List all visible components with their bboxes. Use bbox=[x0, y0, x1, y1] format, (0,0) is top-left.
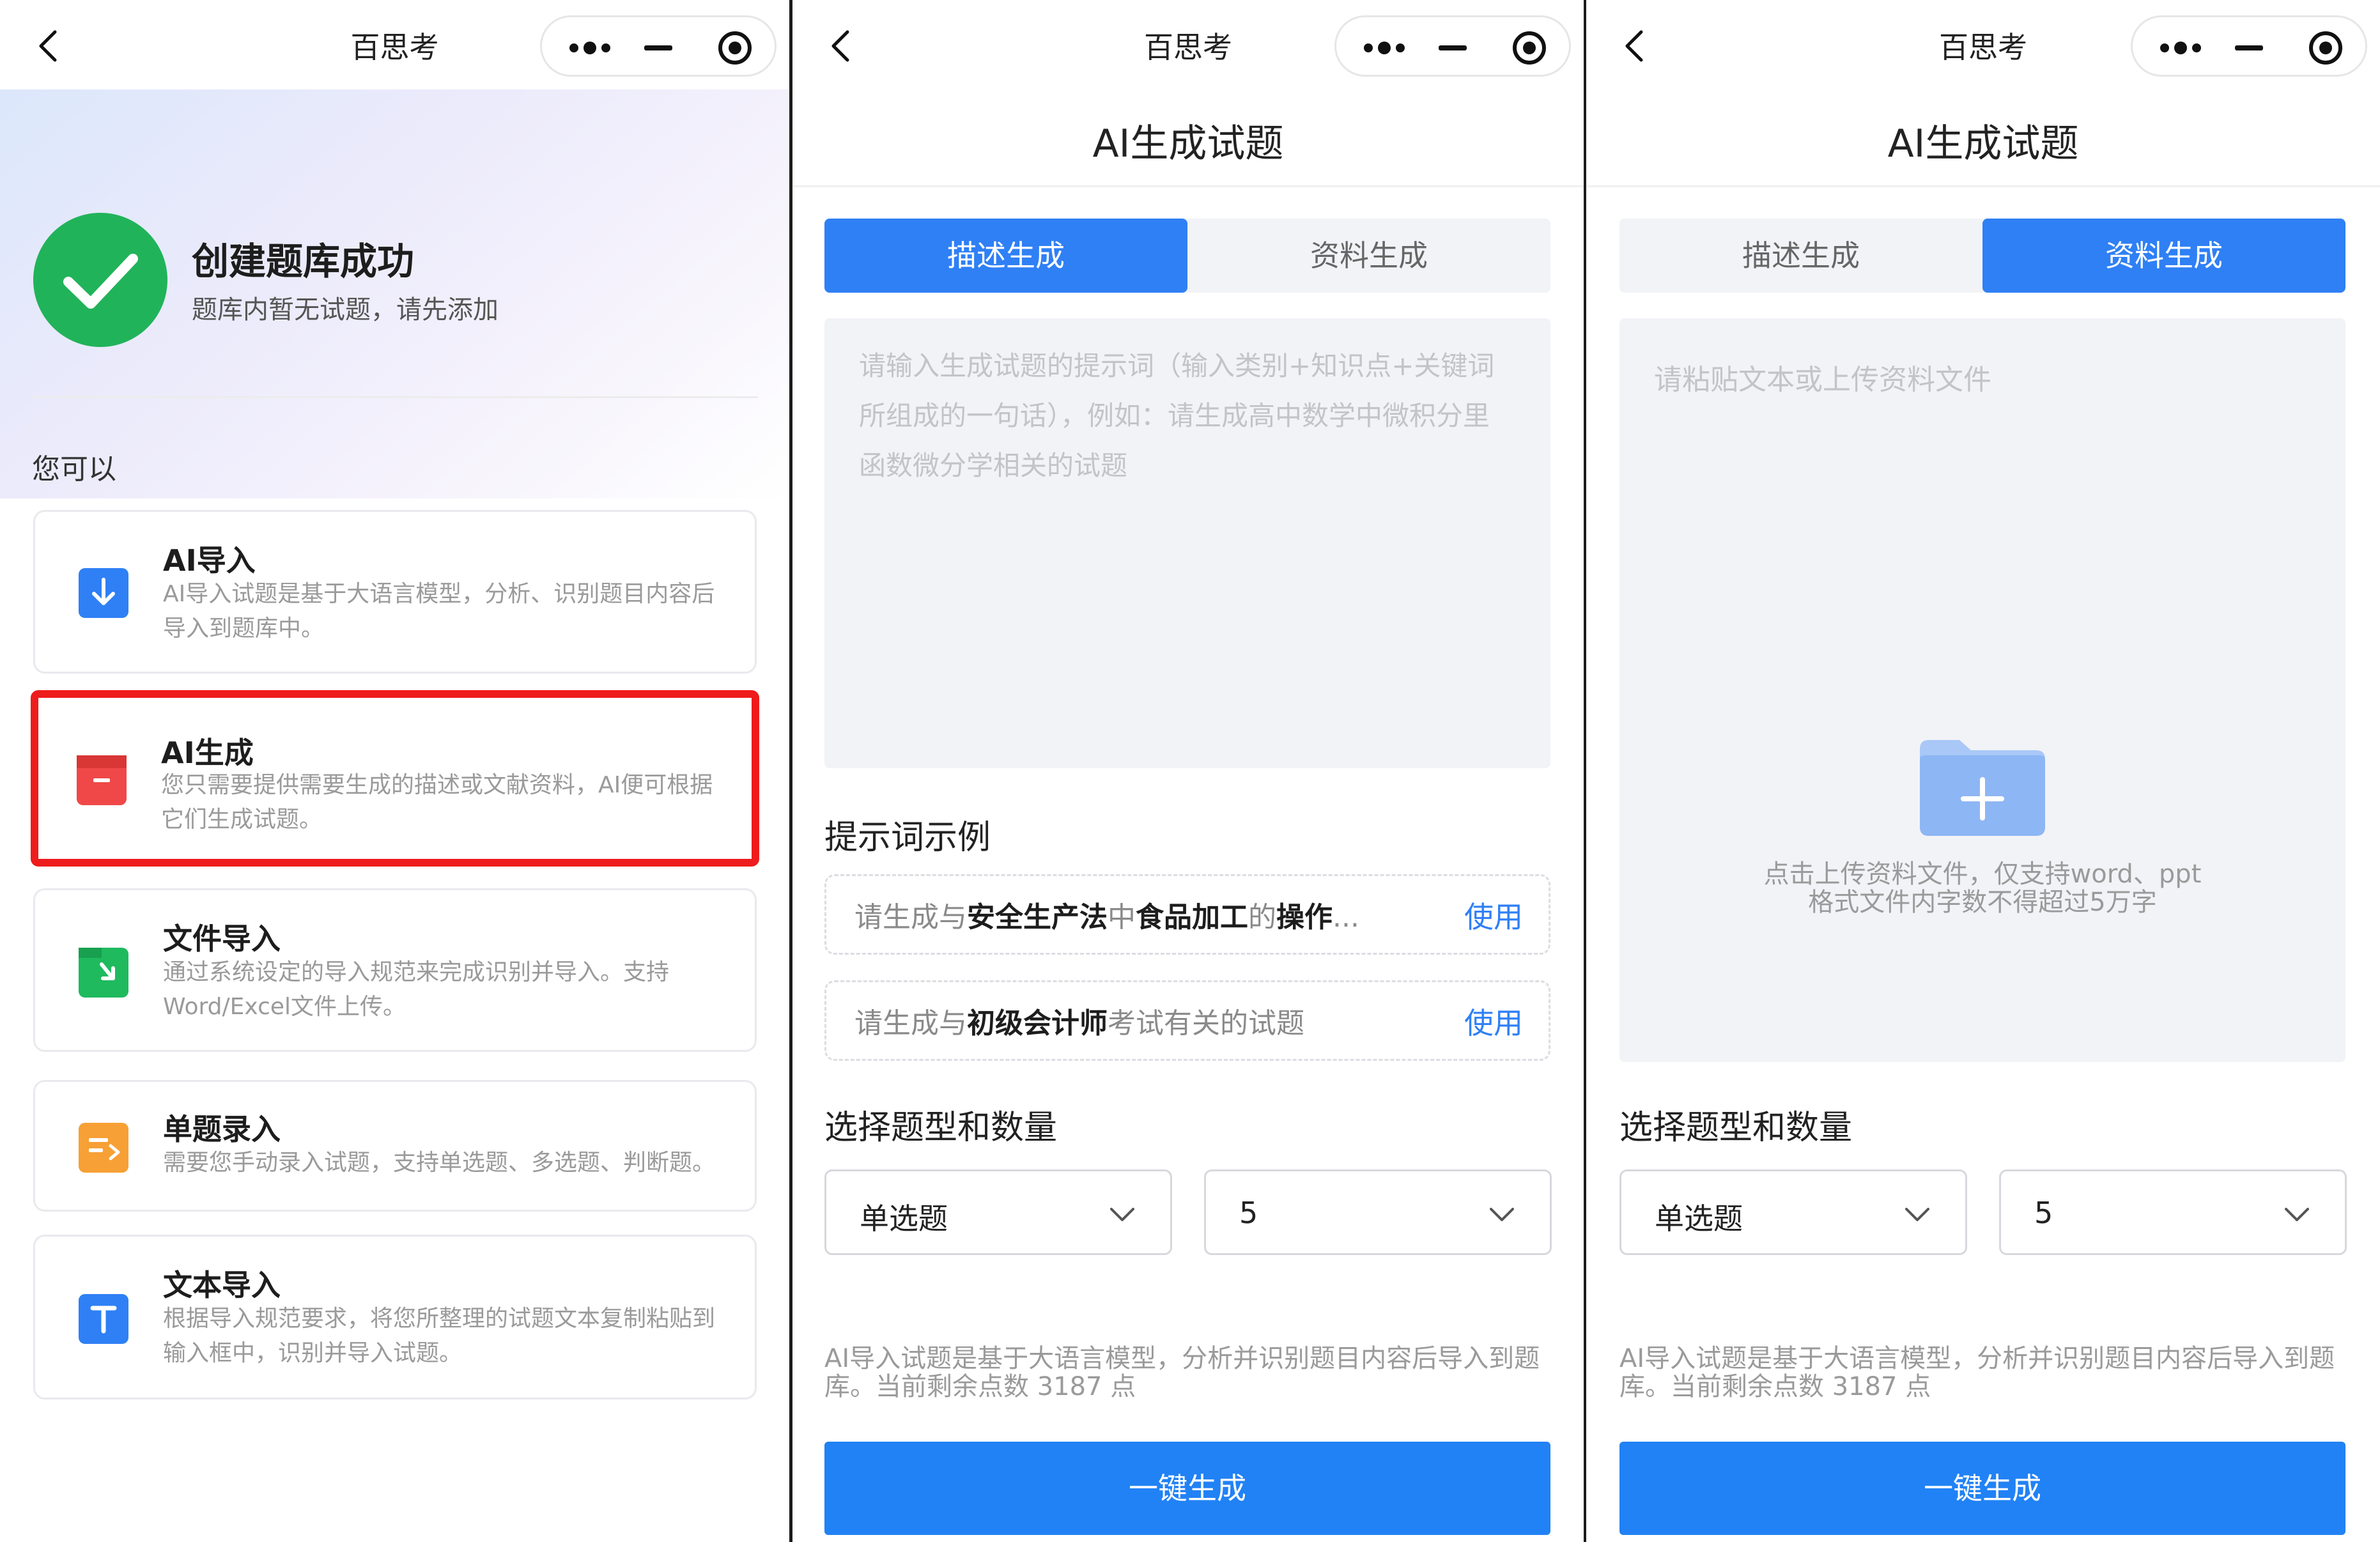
option-ai-generate[interactable]: AI生成 您只需要提供需要生成的描述或文献资料，AI便可根据它们生成试题。 bbox=[31, 690, 759, 867]
divider bbox=[1586, 185, 2380, 187]
option-title: AI导入 bbox=[163, 543, 256, 578]
select-value: 单选题 bbox=[860, 1201, 948, 1236]
select-value: 5 bbox=[1239, 1196, 1258, 1230]
text-import-icon bbox=[79, 1294, 128, 1344]
option-title: 文件导入 bbox=[163, 921, 281, 956]
question-type-select[interactable]: 单选题 bbox=[824, 1169, 1172, 1255]
option-desc: AI导入试题是基于大语言模型，分析、识别题目内容后导入到题库中。 bbox=[163, 581, 715, 642]
option-ai-import[interactable]: AI导入 AI导入试题是基于大语言模型，分析、识别题目内容后导入到题库中。 bbox=[33, 510, 757, 674]
chevron-down-icon bbox=[1905, 1208, 1929, 1221]
tab-material[interactable]: 资料生成 bbox=[1982, 219, 2345, 293]
example-text: 请生成与初级会计师考试有关的试题 bbox=[854, 1007, 1304, 1040]
mode-tabs: 描述生成 资料生成 bbox=[824, 219, 1550, 293]
more-icon[interactable] bbox=[2158, 38, 2203, 58]
single-entry-icon bbox=[79, 1123, 128, 1173]
ai-generate-material-screen: 百思考 AI生成试题 描述生成 资料生成 请粘贴文本或上传资料文件 点击上传资料… bbox=[1586, 0, 2380, 1542]
minimize-icon[interactable] bbox=[2235, 45, 2263, 50]
download-icon bbox=[79, 568, 128, 618]
generate-button[interactable]: 一键生成 bbox=[1619, 1442, 2345, 1535]
material-input[interactable]: 请粘贴文本或上传资料文件 点击上传资料文件，仅支持word、ppt格式文件内字数… bbox=[1619, 318, 2345, 1062]
page-title: AI生成试题 bbox=[1092, 121, 1284, 166]
use-button[interactable]: 使用 bbox=[1464, 1000, 1523, 1042]
select-value: 单选题 bbox=[1655, 1201, 1743, 1236]
divider bbox=[32, 396, 758, 398]
minimize-icon[interactable] bbox=[1439, 45, 1467, 50]
success-subtitle: 题库内暂无试题，请先添加 bbox=[192, 295, 498, 325]
option-desc: 通过系统设定的导入规范来完成识别并导入。支持Word/Excel文件上传。 bbox=[163, 959, 670, 1020]
option-title: AI生成 bbox=[161, 736, 254, 770]
generate-button[interactable]: 一键生成 bbox=[824, 1442, 1550, 1535]
select-type-label: 选择题型和数量 bbox=[1619, 1109, 1853, 1147]
you-can-label: 您可以 bbox=[32, 453, 116, 486]
archive-icon bbox=[77, 755, 127, 805]
option-file-import[interactable]: 文件导入 通过系统设定的导入规范来完成识别并导入。支持Word/Excel文件上… bbox=[33, 888, 757, 1052]
more-icon[interactable] bbox=[1362, 38, 1407, 58]
upload-hint: 点击上传资料文件，仅支持word、ppt格式文件内字数不得超过5万字 bbox=[1763, 860, 2202, 917]
points-note: AI导入试题是基于大语言模型，分析并识别题目内容后导入到题库。当前剩余点数 31… bbox=[824, 1344, 1540, 1401]
nav-bar: 百思考 bbox=[1586, 0, 2380, 89]
file-import-icon bbox=[79, 948, 128, 998]
folder-plus-icon[interactable] bbox=[1920, 740, 2045, 836]
use-button[interactable]: 使用 bbox=[1464, 894, 1523, 936]
mini-program-capsule bbox=[1334, 15, 1571, 77]
tab-material[interactable]: 资料生成 bbox=[1187, 219, 1550, 293]
chevron-down-icon bbox=[1110, 1208, 1134, 1221]
material-placeholder: 请粘贴文本或上传资料文件 bbox=[1654, 364, 1991, 396]
question-type-select[interactable]: 单选题 bbox=[1619, 1169, 1967, 1255]
mode-tabs: 描述生成 资料生成 bbox=[1619, 219, 2345, 293]
points-note: AI导入试题是基于大语言模型，分析并识别题目内容后导入到题库。当前剩余点数 31… bbox=[1619, 1344, 2335, 1401]
example-text: 请生成与安全生产法中食品加工的操作... bbox=[854, 901, 1359, 934]
tab-describe[interactable]: 描述生成 bbox=[1619, 219, 1982, 293]
create-bank-success-screen: 百思考 创建题库成功 题库内暂无试题，请先添加 您可以 AI导入 AI导入试题是… bbox=[0, 0, 789, 1542]
minimize-icon[interactable] bbox=[644, 45, 672, 50]
ai-generate-describe-screen: 百思考 AI生成试题 描述生成 资料生成 请输入生成试题的提示词（输入类别+知识… bbox=[792, 0, 1584, 1542]
close-target-icon[interactable] bbox=[718, 31, 752, 65]
divider bbox=[792, 185, 1584, 187]
option-single-entry[interactable]: 单题录入 需要您手动录入试题，支持单选题、多选题、判断题。 bbox=[33, 1080, 757, 1212]
select-value: 5 bbox=[2034, 1196, 2053, 1230]
more-icon[interactable] bbox=[568, 38, 612, 58]
success-title: 创建题库成功 bbox=[192, 240, 415, 283]
mini-program-capsule bbox=[2131, 15, 2367, 77]
page-title: AI生成试题 bbox=[1887, 121, 2079, 166]
close-target-icon[interactable] bbox=[2309, 31, 2342, 65]
option-title: 文本导入 bbox=[163, 1268, 281, 1302]
prompt-example: 请生成与初级会计师考试有关的试题 使用 bbox=[824, 980, 1550, 1061]
chevron-down-icon bbox=[1490, 1208, 1514, 1221]
option-desc: 需要您手动录入试题，支持单选题、多选题、判断题。 bbox=[163, 1150, 716, 1176]
tab-describe[interactable]: 描述生成 bbox=[824, 219, 1187, 293]
chevron-down-icon bbox=[2285, 1208, 2309, 1221]
question-count-select[interactable]: 5 bbox=[1204, 1169, 1552, 1255]
nav-bar: 百思考 bbox=[792, 0, 1584, 89]
option-text-import[interactable]: 文本导入 根据导入规范要求，将您所整理的试题文本复制粘贴到输入框中，识别并导入试… bbox=[33, 1235, 757, 1399]
select-type-label: 选择题型和数量 bbox=[824, 1109, 1058, 1147]
nav-bar: 百思考 bbox=[0, 0, 789, 89]
option-desc: 您只需要提供需要生成的描述或文献资料，AI便可根据它们生成试题。 bbox=[161, 772, 713, 833]
prompt-example: 请生成与安全生产法中食品加工的操作... 使用 bbox=[824, 874, 1550, 955]
question-count-select[interactable]: 5 bbox=[1999, 1169, 2347, 1255]
close-target-icon[interactable] bbox=[1513, 31, 1546, 65]
examples-label: 提示词示例 bbox=[824, 819, 991, 857]
prompt-input[interactable]: 请输入生成试题的提示词（输入类别+知识点+关键词所组成的一句话），例如：请生成高… bbox=[824, 318, 1550, 768]
option-title: 单题录入 bbox=[163, 1112, 281, 1146]
option-desc: 根据导入规范要求，将您所整理的试题文本复制粘贴到输入框中，识别并导入试题。 bbox=[163, 1306, 716, 1366]
success-icon bbox=[33, 213, 167, 347]
mini-program-capsule bbox=[540, 15, 777, 77]
